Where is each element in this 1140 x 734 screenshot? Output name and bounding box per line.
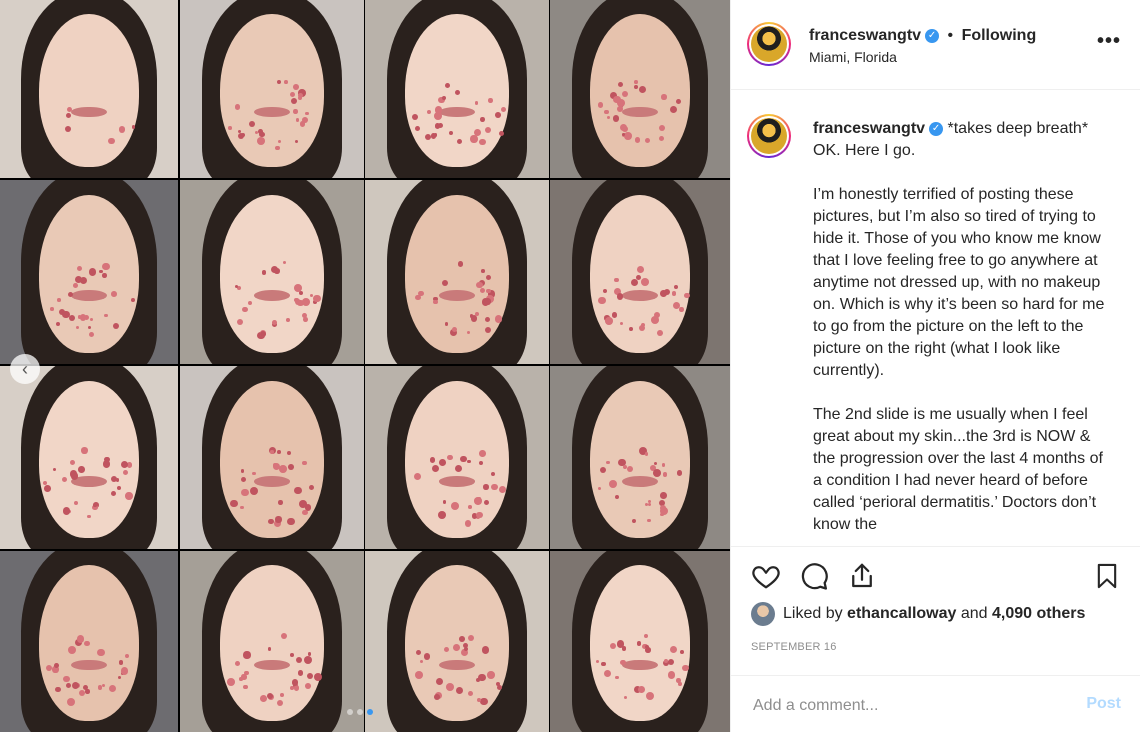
collage-photo — [365, 366, 549, 549]
caption-area: franceswangtv ✓ *takes deep breath* OK. H… — [731, 90, 1140, 545]
likes-and: and — [960, 605, 988, 622]
carousel-prev-button[interactable]: ‹ — [10, 354, 40, 384]
post-date[interactable]: SEPTEMBER 16 — [751, 641, 837, 653]
header-user-line: franceswangtv ✓ • Following — [809, 27, 1036, 45]
caption-text: franceswangtv ✓ *takes deep breath* OK. H… — [813, 118, 1109, 545]
collage-photo — [0, 551, 178, 732]
likes-prefix: Liked by — [783, 605, 843, 622]
share-icon[interactable] — [847, 561, 877, 596]
collage-photo — [550, 0, 730, 178]
collage-photo — [365, 0, 549, 178]
verified-badge-icon: ✓ — [925, 28, 940, 43]
header-username-link[interactable]: franceswangtv — [809, 27, 921, 44]
post-actions: Liked by ethancalloway and 4,090 others … — [731, 546, 1140, 727]
caption-avatar[interactable] — [747, 114, 791, 158]
post-media-collage[interactable] — [0, 0, 730, 732]
post-header: franceswangtv ✓ • Following Miami, Florid… — [731, 0, 1140, 90]
collage-photo — [180, 180, 364, 364]
location-link[interactable]: Miami, Florida — [809, 49, 897, 65]
carousel-dot-active — [367, 709, 373, 715]
heart-icon[interactable] — [751, 561, 781, 596]
collage-photo — [550, 366, 730, 549]
carousel-dot — [347, 709, 353, 715]
comment-input[interactable] — [751, 693, 1075, 719]
caption-paragraph: The 2nd slide is me usually when I feel … — [813, 406, 1103, 533]
collage-photo — [550, 551, 730, 732]
collage-photo — [180, 366, 364, 549]
verified-badge-icon: ✓ — [929, 121, 944, 136]
caption-username-link[interactable]: franceswangtv — [813, 120, 925, 137]
likes-others-link[interactable]: 4,090 others — [992, 605, 1085, 623]
more-options-icon[interactable]: ••• — [1097, 30, 1121, 53]
bookmark-icon[interactable] — [1093, 561, 1121, 596]
collage-photo — [365, 551, 549, 732]
post-side-panel: franceswangtv ✓ • Following Miami, Florid… — [730, 0, 1140, 732]
collage-photo — [550, 180, 730, 364]
post-comment-button[interactable]: Post — [1086, 695, 1121, 713]
liker-avatar[interactable] — [751, 602, 775, 626]
comment-icon[interactable] — [799, 561, 829, 596]
caption-paragraph: I’m honestly terrified of posting these … — [813, 186, 1105, 379]
following-button[interactable]: Following — [962, 27, 1037, 44]
collage-photo — [365, 180, 549, 364]
profile-avatar[interactable] — [747, 22, 791, 66]
collage-photo — [0, 180, 178, 364]
collage-photo — [180, 0, 364, 178]
carousel-dot — [357, 709, 363, 715]
likes-summary: Liked by ethancalloway and 4,090 others — [751, 602, 1085, 626]
chevron-left-icon: ‹ — [22, 358, 28, 379]
collage-photo — [180, 551, 364, 732]
comment-box: Post — [731, 675, 1140, 734]
collage-photo — [0, 0, 178, 178]
collage-photo — [0, 366, 178, 549]
header-separator: • — [947, 27, 954, 44]
carousel-dots — [347, 709, 373, 715]
liker-username-link[interactable]: ethancalloway — [847, 605, 956, 623]
